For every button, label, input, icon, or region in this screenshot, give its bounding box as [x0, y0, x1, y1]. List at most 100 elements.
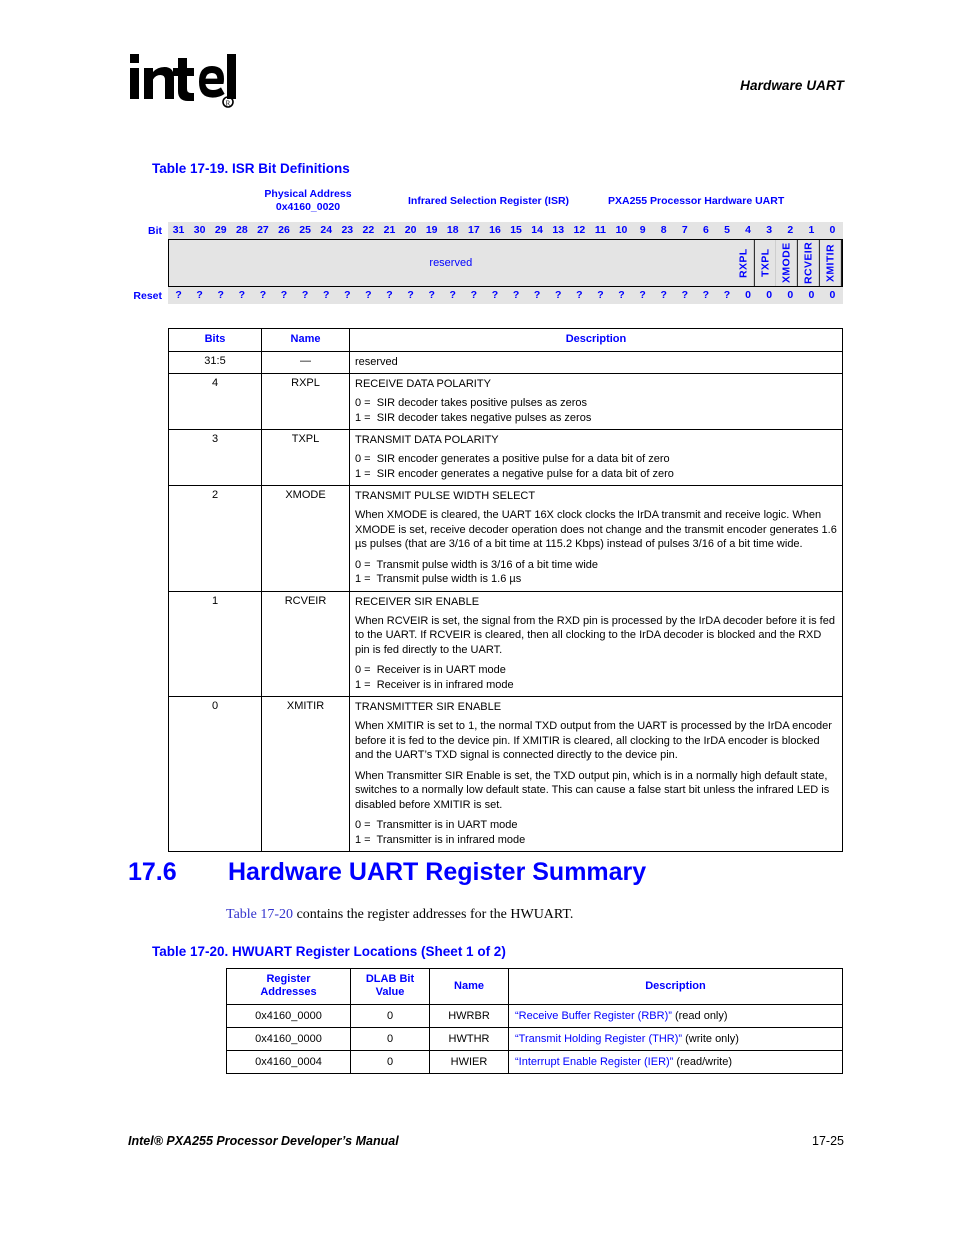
column-header-bits: Bits [168, 328, 262, 352]
table-caption-17-19: Table 17-19. ISR Bit Definitions [152, 161, 350, 176]
column-header-line: Register [266, 973, 311, 985]
description-title: TRANSMIT PULSE WIDTH SELECT [355, 490, 536, 502]
reset-value-row: Reset ??????????????????????????? 0 0 0 0 0 [133, 287, 843, 304]
reset-value: 0 [745, 289, 751, 301]
cell-name: TXPL [261, 429, 350, 486]
reset-value: ? [555, 289, 562, 301]
table-row: 0x4160_0004 0 HWIER “Interrupt Enable Regis… [226, 1050, 843, 1074]
bit-field-rxpl: RXPL [732, 240, 755, 286]
description-title: RECEIVER SIR ENABLE [355, 595, 480, 608]
description-title: TRANSMITTER SIR ENABLE [355, 701, 502, 713]
bit-number: 6 [702, 224, 709, 236]
cell-description: TRANSMIT DATA POLARITY 0 = SIR encoder ge… [349, 429, 843, 486]
bit-field-xmitir: XMITIR [820, 240, 842, 286]
table-row: 31:5— reserved [168, 351, 843, 374]
cell-register-address: 0x4160_0000 [226, 1004, 351, 1028]
bit-number: 13 [552, 224, 565, 236]
bit-number: 22 [362, 224, 375, 236]
description-option: 0 = Transmitter is in UART mode [355, 819, 518, 831]
description-option: 0 = Transmit pulse width is 3/16 of a bi… [355, 558, 599, 571]
section-title: Hardware UART Register Summary [228, 858, 647, 886]
bit-number: 31 [172, 224, 185, 236]
bit-number: 7 [681, 224, 688, 236]
reset-value: ? [259, 289, 267, 301]
bit-number: 27 [257, 224, 269, 236]
cell-description: “Interrupt Enable Register (IER)” (read/… [508, 1050, 843, 1074]
table-row: 1 RCVEIR RECEIVER SIR ENABLE When RCVEIR is… [168, 590, 843, 697]
bit-number: 15 [510, 224, 522, 236]
document-page: R Hardware UART Table 17-19. ISR Bit Def… [0, 0, 954, 1235]
description-option: 0 = SIR decoder takes positive pulses as… [355, 397, 588, 409]
description-title: RECEIVE DATA POLARITY [355, 378, 491, 390]
description-option: 1 = Transmitter is in infrared mode [355, 833, 526, 846]
cell-description: reserved [349, 351, 843, 374]
cell-dlab-value: 0 [350, 1027, 430, 1051]
column-header-dlab-bit-value: DLAB Bit Value [350, 968, 430, 1005]
description-title: reserved [355, 356, 398, 368]
cell-register-address: 0x4160_0000 [226, 1027, 351, 1051]
reset-value: ? [428, 289, 435, 301]
reset-value: ? [576, 289, 583, 301]
isr-register-diagram: Physical Address 0x4160_0020 Infrared Se… [133, 186, 843, 304]
footer-page-number: 17-25 [812, 1134, 844, 1148]
column-header-line: Value [375, 986, 405, 998]
register-reference-link[interactable]: “Receive Buffer Register (RBR)” [515, 1010, 672, 1022]
cell-name: XMITIR [261, 696, 350, 852]
bit-number: 24 [320, 224, 333, 236]
bit-number: 12 [573, 224, 586, 236]
bit-number: 5 [724, 224, 730, 236]
reset-value: ? [217, 289, 224, 301]
bit-number: 19 [425, 224, 438, 236]
cell-name: XMODE [261, 485, 350, 592]
chapter-title: Hardware UART [740, 78, 844, 93]
reset-value: ? [533, 289, 541, 301]
reset-value: ? [365, 289, 372, 301]
bit-number: 2 [787, 224, 794, 236]
reset-value: ? [660, 289, 667, 301]
bit-field-xmode: XMODE [776, 240, 799, 286]
cell-bits: 4 [168, 373, 262, 430]
description-options: 0 = Receiver is in UART mode 1 = Receiver… [355, 663, 837, 692]
description-option: 1 = SIR encoder generates a negative pul… [355, 467, 674, 480]
reset-value: ? [344, 289, 351, 301]
reset-value: ? [512, 289, 520, 301]
bit-number: 29 [214, 224, 227, 236]
bit-number: 4 [745, 224, 751, 236]
table-caption-17-20: Table 17-20. HWUART Register Locations (… [152, 944, 506, 959]
cell-register-name: HWIER [429, 1050, 509, 1074]
register-diagram-headings: Physical Address 0x4160_0020 Infrared Se… [168, 186, 843, 222]
column-header-description: Description [349, 328, 843, 352]
reset-value: 0 [808, 289, 815, 301]
table-cross-reference-link[interactable]: Table 17-20 [226, 907, 293, 922]
register-reference-link[interactable]: “Interrupt Enable Register (IER)” [515, 1056, 673, 1068]
reset-value: ? [301, 289, 309, 301]
reset-value: ? [618, 289, 625, 301]
reset-value: ? [639, 289, 646, 301]
processor-block-label: PXA255 Processor Hardware UART [608, 195, 785, 207]
register-access-note: (read only) [671, 1010, 728, 1022]
bit-number: 25 [299, 224, 311, 236]
reset-value: ? [723, 289, 731, 301]
description-options: 0 = SIR decoder takes positive pulses as… [355, 396, 837, 425]
description-paragraph: When XMITIR is set to 1, the normal TXD … [355, 720, 832, 761]
section-number: 17.6 [128, 858, 177, 886]
description-paragraph: When XMODE is cleared, the UART 16X cloc… [355, 509, 837, 550]
description-options: 0 = Transmit pulse width is 3/16 of a bi… [355, 558, 837, 587]
bit-number: 1 [808, 224, 815, 236]
bit-number: 26 [278, 224, 290, 236]
reset-value: ? [681, 289, 688, 301]
register-access-note: (read/write) [673, 1056, 733, 1068]
cell-bits: 2 [168, 485, 262, 592]
cell-description: RECEIVE DATA POLARITY 0 = SIR decoder tak… [349, 373, 843, 430]
bit-number: 9 [639, 224, 646, 236]
reset-value: ? [449, 289, 456, 301]
reset-row-label: Reset [133, 289, 162, 302]
register-reference-link[interactable]: “Transmit Holding Register (THR)” [515, 1033, 682, 1045]
cell-register-address: 0x4160_0004 [226, 1050, 351, 1074]
section-body-paragraph: Table 17-20 contains the register addres… [226, 906, 573, 924]
column-header-description: Description [508, 968, 843, 1005]
bit-row-label: Bit [148, 224, 162, 237]
bit-field-txpl: TXPL [754, 240, 777, 286]
column-header-name: Name [261, 328, 350, 352]
description-option: 0 = Receiver is in UART mode [355, 664, 506, 676]
